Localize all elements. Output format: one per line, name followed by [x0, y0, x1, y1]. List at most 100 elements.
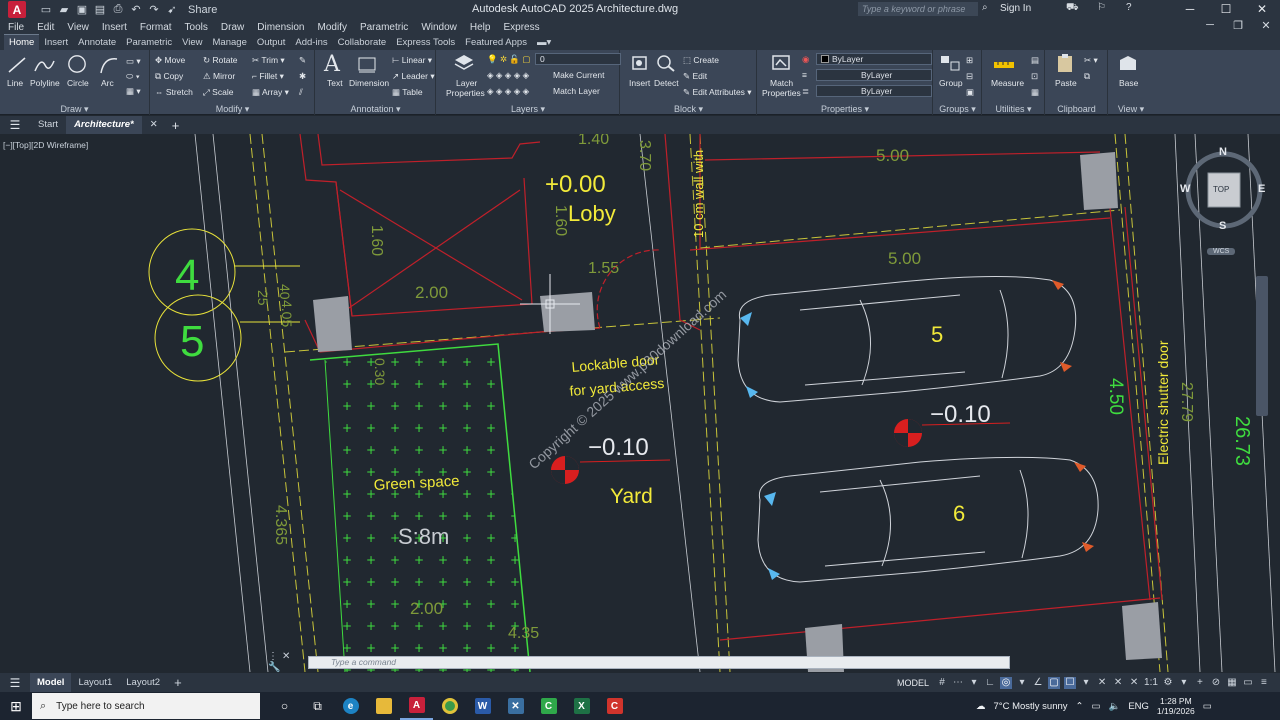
- measure-icon[interactable]: [993, 55, 1015, 75]
- help-icon[interactable]: ?: [1126, 2, 1132, 13]
- taskbar-search[interactable]: ⌕ Type here to search: [32, 693, 260, 719]
- insert-button[interactable]: Insert: [629, 78, 650, 88]
- paste-icon[interactable]: [1054, 53, 1076, 73]
- text-icon[interactable]: A: [324, 52, 340, 77]
- compass-south[interactable]: S: [1219, 220, 1226, 232]
- ribbon-toggle-icon[interactable]: ▬▾: [532, 35, 556, 50]
- modify-panel-title[interactable]: Modify ▾: [151, 103, 314, 115]
- quick-select-icon[interactable]: ▤: [1031, 55, 1039, 66]
- groups-panel-title[interactable]: Groups ▾: [934, 103, 981, 115]
- drawing-canvas[interactable]: +0.00 Loby 10 cm wall with 1.40 3.70 1.6…: [0, 134, 1280, 672]
- viewport-controls[interactable]: [−][Top][2D Wireframe]: [3, 140, 88, 150]
- quick-properties-icon[interactable]: ⊘: [1210, 677, 1222, 689]
- notification-icon[interactable]: ▭: [1203, 701, 1212, 712]
- cortana-icon[interactable]: ○: [268, 692, 301, 720]
- tab-add-ins[interactable]: Add-ins: [290, 35, 332, 50]
- language-indicator[interactable]: ENG: [1128, 701, 1149, 712]
- circle-icon[interactable]: [66, 54, 88, 74]
- offset-icon[interactable]: ⫽: [299, 87, 303, 98]
- annotation-scale-value[interactable]: 1:1: [1144, 677, 1158, 689]
- line-icon[interactable]: [6, 55, 28, 75]
- arc-button[interactable]: Arc: [101, 78, 114, 88]
- move-button[interactable]: ✥ Move: [155, 55, 185, 66]
- text-button[interactable]: Text: [327, 78, 343, 88]
- viewcube-top-face[interactable]: TOP: [1213, 185, 1229, 194]
- match-properties-label-2[interactable]: Properties: [762, 88, 801, 98]
- autocad-logo-icon[interactable]: A: [8, 1, 26, 18]
- minimize-button[interactable]: ─: [1172, 0, 1208, 19]
- clean-screen-icon[interactable]: ▭: [1242, 677, 1254, 689]
- layer-tools-icons-1[interactable]: ◈ ◈ ◈ ◈ ◈: [487, 70, 529, 81]
- sign-in-button[interactable]: Sign In: [1000, 3, 1031, 14]
- tab-collaborate[interactable]: Collaborate: [333, 35, 392, 50]
- tab-home[interactable]: Home: [4, 34, 40, 50]
- tab-manage[interactable]: Manage: [208, 35, 252, 50]
- layer-dropdown[interactable]: 0: [535, 53, 621, 65]
- layer-properties-label-1[interactable]: Layer: [456, 78, 477, 88]
- network-icon[interactable]: ▭: [1092, 701, 1101, 712]
- doc-tab-architecture[interactable]: Architecture*: [66, 116, 142, 134]
- layout-tab-model[interactable]: Model: [30, 673, 72, 692]
- command-line-tools-icons[interactable]: ⋮✕🔧: [268, 651, 308, 673]
- compass-east[interactable]: E: [1258, 183, 1265, 195]
- polyline-button[interactable]: Polyline: [30, 78, 60, 88]
- new-file-icon[interactable]: ▭: [40, 3, 52, 16]
- workspace-gear-icon[interactable]: ⚙: [1162, 677, 1174, 689]
- circle-button[interactable]: Circle: [67, 78, 89, 88]
- snap-icon[interactable]: ⋯: [952, 677, 964, 689]
- view-panel-title[interactable]: View ▾: [1109, 103, 1153, 115]
- share-icon[interactable]: ➹: [166, 3, 178, 16]
- app-icon-blue[interactable]: ✕: [499, 692, 532, 720]
- undo-icon[interactable]: ↶: [130, 3, 142, 16]
- layer-properties-icon[interactable]: [453, 52, 475, 72]
- menu-express[interactable]: Express: [503, 22, 539, 33]
- maximize-button[interactable]: ☐: [1208, 0, 1244, 19]
- detect-button[interactable]: Detect: [654, 78, 679, 88]
- match-layer-button[interactable]: Match Layer: [553, 86, 600, 96]
- word-icon[interactable]: W: [466, 692, 499, 720]
- app-icon-green[interactable]: C: [532, 692, 565, 720]
- trim-button[interactable]: ✂ Trim ▾: [252, 55, 285, 66]
- match-properties-icon[interactable]: [770, 53, 792, 73]
- weather-icon[interactable]: ☁: [976, 701, 986, 712]
- explode-icon[interactable]: ✱: [299, 71, 306, 82]
- redo-icon[interactable]: ↷: [148, 3, 160, 16]
- cart-icon[interactable]: ⛟: [1066, 2, 1079, 15]
- mirror-button[interactable]: ⚠ Mirror: [203, 71, 235, 82]
- cut-icon[interactable]: ✂ ▾: [1084, 55, 1098, 66]
- draw-panel-title[interactable]: Draw ▾: [0, 103, 149, 115]
- command-input[interactable]: Type a command: [308, 655, 1010, 669]
- dimension-button[interactable]: Dimension: [349, 78, 389, 88]
- rotate-button[interactable]: ↻ Rotate: [203, 55, 238, 66]
- group-edit-icon[interactable]: ⊟: [966, 71, 973, 82]
- linear-button[interactable]: ⊢ Linear ▾: [392, 55, 432, 66]
- close-button[interactable]: ✕: [1244, 0, 1280, 19]
- rectangle-icon[interactable]: ▭ ▾: [126, 56, 141, 67]
- doc-tab-close-icon[interactable]: ✕: [142, 116, 166, 134]
- save-icon[interactable]: ▣: [76, 3, 88, 16]
- block-panel-title[interactable]: Block ▾: [621, 103, 756, 115]
- menu-file[interactable]: File: [8, 22, 24, 33]
- menu-tools[interactable]: Tools: [185, 22, 208, 33]
- tab-annotate[interactable]: Annotate: [73, 35, 121, 50]
- utilities-panel-title[interactable]: Utilities ▾: [983, 103, 1044, 115]
- tray-expand-icon[interactable]: ⌃: [1076, 701, 1084, 712]
- make-current-button[interactable]: Make Current: [553, 70, 605, 80]
- units-icon[interactable]: +: [1194, 677, 1206, 689]
- tab-parametric[interactable]: Parametric: [121, 35, 177, 50]
- leader-button[interactable]: ↗ Leader ▾: [392, 71, 435, 82]
- app-icon-red[interactable]: C: [598, 692, 631, 720]
- group-icon[interactable]: [939, 53, 961, 73]
- customize-icon[interactable]: ≡: [1258, 677, 1270, 689]
- open-file-icon[interactable]: ▰: [58, 3, 70, 16]
- menu-draw[interactable]: Draw: [221, 22, 244, 33]
- doc-restore-button[interactable]: ❐: [1224, 19, 1252, 32]
- annotation-visibility-icon[interactable]: ✕: [1112, 677, 1124, 689]
- color-dropdown[interactable]: ByLayer: [816, 53, 932, 65]
- chrome-icon[interactable]: [433, 692, 466, 720]
- menu-parametric[interactable]: Parametric: [360, 22, 408, 33]
- menu-insert[interactable]: Insert: [102, 22, 127, 33]
- annotation-monitor-icon[interactable]: ▾: [1178, 677, 1190, 689]
- detect-icon[interactable]: [655, 53, 677, 73]
- object-track-icon[interactable]: ∠: [1032, 677, 1044, 689]
